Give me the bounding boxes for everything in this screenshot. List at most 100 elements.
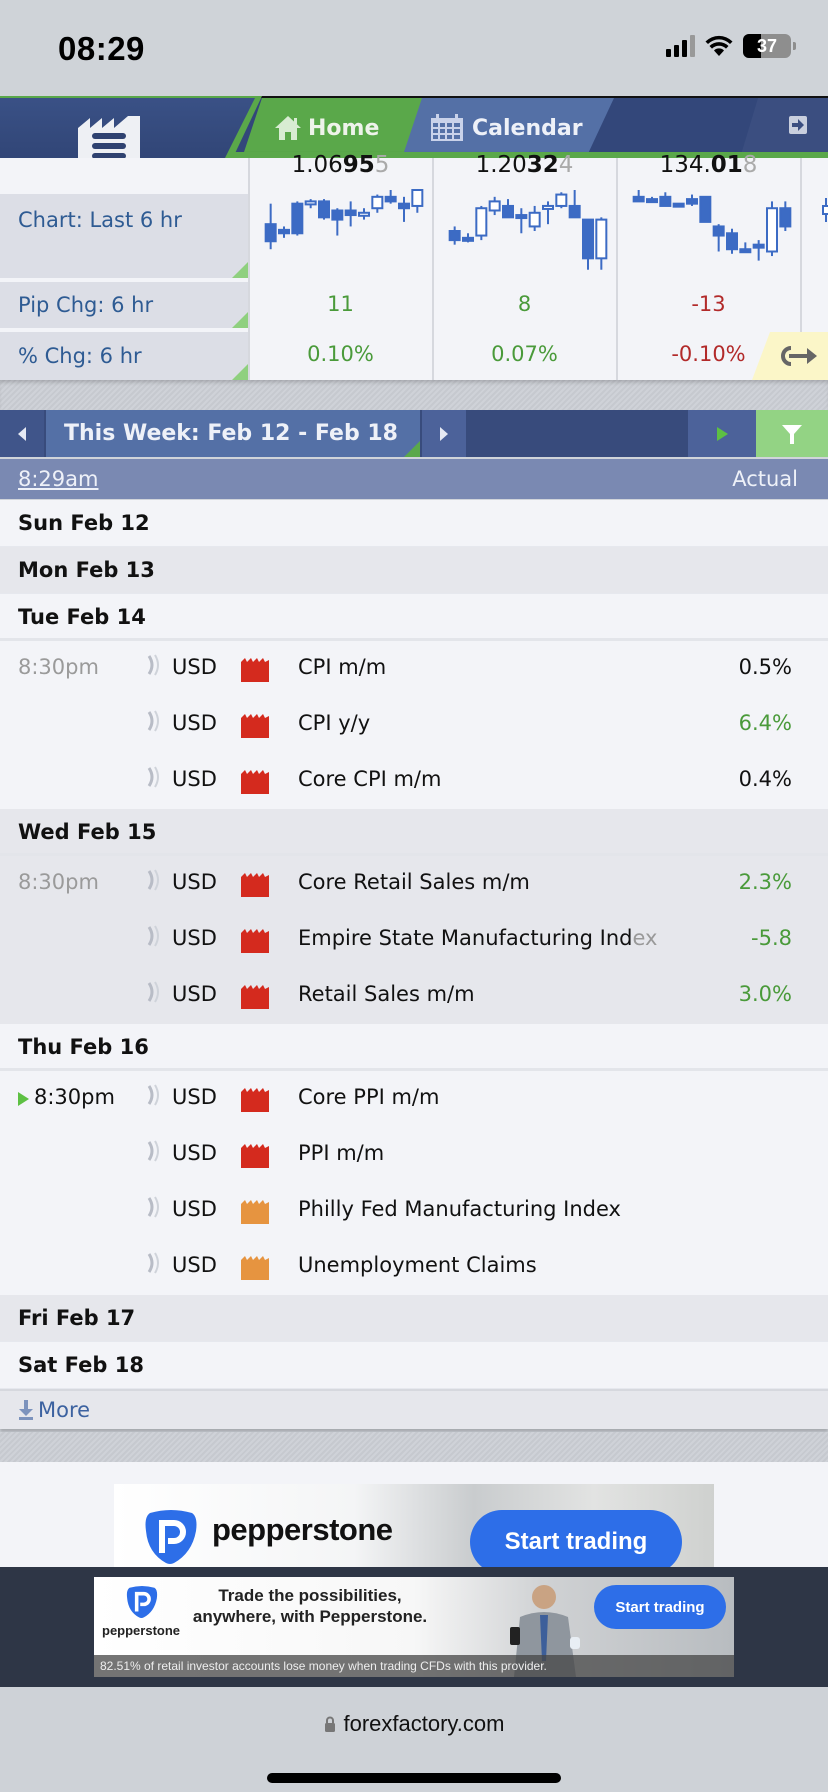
candle — [475, 205, 488, 241]
pip-change-value: 11 — [327, 292, 354, 316]
ad-banner[interactable]: pepperstone Start trading — [114, 1484, 714, 1567]
sound-alert-icon[interactable] — [146, 765, 162, 789]
candlestick-chart — [264, 189, 424, 250]
event-row[interactable]: USD Retail Sales m/m 3.0% — [0, 968, 828, 1024]
pair-price: 1.20324 — [475, 152, 574, 178]
event-title[interactable]: CPI m/m — [298, 655, 386, 679]
candle-body-down — [632, 195, 645, 203]
candle — [672, 202, 685, 208]
sound-alert-icon[interactable] — [146, 1195, 162, 1219]
ad-brand: pepperstone — [212, 1512, 393, 1547]
event-title[interactable]: CPI y/y — [298, 711, 370, 735]
more-button[interactable]: More — [0, 1389, 828, 1429]
event-row[interactable]: USD Unemployment Claims — [0, 1239, 828, 1295]
candle — [411, 189, 424, 213]
high-impact-icon[interactable] — [241, 1088, 269, 1112]
candle-body-down — [699, 195, 712, 223]
event-currency: USD — [172, 711, 217, 735]
sound-alert-icon[interactable] — [146, 1251, 162, 1275]
event-row[interactable]: USD Empire State Manufacturing Index -5.8 — [0, 912, 828, 968]
pct-change-value: 0.10% — [307, 342, 374, 366]
filter-button[interactable] — [756, 410, 828, 457]
sound-alert-icon[interactable] — [146, 653, 162, 677]
candle-body-up — [555, 193, 568, 207]
sound-alert-icon[interactable] — [146, 709, 162, 733]
event-time: 8:30pm — [18, 655, 99, 679]
event-row[interactable]: 8:30pm USD Core PPI m/m — [0, 1071, 828, 1127]
week-navigation: This Week: Feb 12 - Feb 18 — [0, 410, 828, 457]
jump-to-next-event-button[interactable] — [688, 410, 756, 457]
event-title[interactable]: Empire State Manufacturing Index — [298, 926, 657, 950]
pair-column[interactable]: 1.06955 11 0.10% — [248, 152, 431, 380]
event-currency: USD — [172, 655, 217, 679]
address-bar[interactable]: forexfactory.com — [0, 1711, 828, 1737]
high-impact-icon[interactable] — [241, 714, 269, 738]
candle — [488, 196, 501, 216]
event-title[interactable]: Core PPI m/m — [298, 1085, 439, 1109]
candle-body-up — [488, 200, 501, 212]
candle — [515, 208, 528, 234]
pair-column[interactable]: 1.20324 8 0.07% — [432, 152, 615, 380]
event-row[interactable]: 8:30pm USD Core Retail Sales m/m 2.3% — [0, 856, 828, 912]
event-row[interactable]: USD CPI y/y 6.4% — [0, 697, 828, 753]
tab-home[interactable]: Home — [242, 98, 422, 158]
next-event-marker-icon — [18, 1092, 29, 1106]
ad-start-trading-button[interactable]: Start trading — [594, 1585, 726, 1629]
home-indicator[interactable] — [267, 1773, 561, 1783]
week-title[interactable]: This Week: Feb 12 - Feb 18 — [46, 410, 420, 457]
sound-alert-icon[interactable] — [146, 868, 162, 892]
current-time-link[interactable]: 8:29am — [18, 459, 98, 499]
event-title[interactable]: Core Retail Sales m/m — [298, 870, 530, 894]
candle-body-down — [318, 200, 330, 219]
event-row[interactable]: USD PPI m/m — [0, 1127, 828, 1183]
event-row[interactable]: USD Core CPI m/m 0.4% — [0, 753, 828, 809]
url-text: forexfactory.com — [343, 1711, 505, 1736]
candle — [264, 203, 277, 250]
high-impact-icon[interactable] — [241, 929, 269, 953]
event-currency: USD — [172, 1085, 217, 1109]
candle-body-down — [752, 243, 765, 249]
ad-banner[interactable]: pepperstone Trade the possibilities, any… — [94, 1577, 734, 1677]
event-title[interactable]: Core CPI m/m — [298, 767, 441, 791]
jump-to-next-icon — [716, 426, 728, 441]
high-impact-icon[interactable] — [241, 1144, 269, 1168]
candle — [739, 242, 752, 254]
logout-icon[interactable] — [788, 115, 808, 135]
high-impact-icon[interactable] — [241, 985, 269, 1009]
day-header: Mon Feb 13 — [0, 547, 828, 594]
candle — [528, 205, 541, 231]
candle-body-up — [371, 195, 384, 210]
prev-week-button[interactable] — [0, 410, 44, 457]
medium-impact-icon[interactable] — [241, 1200, 269, 1224]
event-currency: USD — [172, 1141, 217, 1165]
high-impact-icon[interactable] — [241, 770, 269, 794]
sound-alert-icon[interactable] — [146, 1139, 162, 1163]
event-row[interactable]: USD Philly Fed Manufacturing Index — [0, 1183, 828, 1239]
candle-body-down — [686, 198, 698, 205]
triangle-right-icon — [440, 426, 448, 441]
market-panel: Chart: Last 6 hr Pip Chg: 6 hr % Chg: 6 … — [0, 152, 828, 380]
event-title[interactable]: Retail Sales m/m — [298, 982, 475, 1006]
event-group: 8:30pm USD CPI m/m 0.5% USD CPI y/y 6.4% USD Cor… — [0, 641, 828, 809]
event-actual: 6.4% — [738, 711, 792, 735]
sound-alert-icon[interactable] — [146, 980, 162, 1004]
event-title[interactable]: Philly Fed Manufacturing Index — [298, 1197, 621, 1221]
sound-alert-icon[interactable] — [146, 924, 162, 948]
medium-impact-icon[interactable] — [241, 1256, 269, 1280]
high-impact-icon[interactable] — [241, 873, 269, 897]
event-row[interactable]: 8:30pm USD CPI m/m 0.5% — [0, 641, 828, 697]
label-pip-change: Pip Chg: 6 hr — [0, 282, 248, 328]
high-impact-icon[interactable] — [241, 658, 269, 682]
candle — [331, 208, 344, 236]
event-title[interactable]: PPI m/m — [298, 1141, 384, 1165]
candle-body-down — [582, 218, 594, 260]
ad-start-trading-button[interactable]: Start trading — [470, 1510, 682, 1567]
event-title[interactable]: Unemployment Claims — [298, 1253, 537, 1277]
sound-alert-icon[interactable] — [146, 1083, 162, 1107]
label-pip-text: Pip Chg: 6 hr — [18, 293, 154, 317]
column-header: 8:29am Actual — [0, 459, 828, 499]
tab-calendar[interactable]: Calendar — [392, 98, 614, 158]
next-week-button[interactable] — [422, 410, 466, 457]
ad-brand: pepperstone — [102, 1623, 181, 1638]
event-currency: USD — [172, 926, 217, 950]
